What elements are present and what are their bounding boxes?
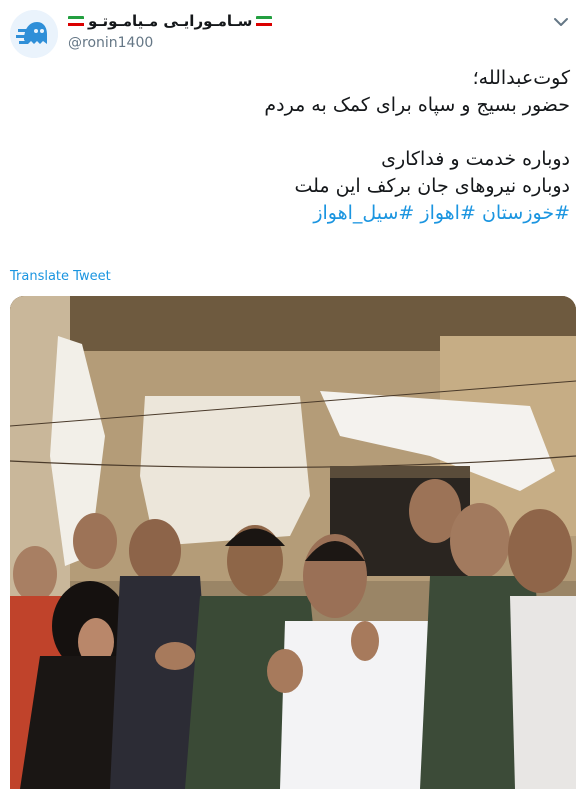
translate-tweet-link[interactable]: Translate Tweet bbox=[10, 269, 111, 284]
avatar[interactable] bbox=[10, 10, 58, 58]
tweet-line: کوت‌عبدالله؛ bbox=[472, 67, 570, 89]
display-name[interactable]: سـامـورایـی مـیامـوتـو bbox=[88, 12, 252, 30]
iran-flag-icon bbox=[256, 15, 273, 27]
tweet-header: سـامـورایـی مـیامـوتـو @ronin1400 bbox=[0, 0, 585, 60]
avatar-ghost-logo-icon bbox=[10, 10, 58, 58]
tweet-line: دوباره نیروهای جان برکف این ملت bbox=[294, 175, 570, 197]
display-name-row[interactable]: سـامـورایـی مـیامـوتـو bbox=[68, 10, 488, 32]
hashtag-line: #خوزستان #اهواز #سیل_اهواز bbox=[10, 200, 570, 227]
iran-flag-icon bbox=[68, 15, 84, 27]
hashtag-link[interactable]: #اهواز bbox=[420, 202, 476, 224]
hashtag-link[interactable]: #سیل_اهواز bbox=[313, 202, 414, 224]
tweet-photo[interactable] bbox=[10, 296, 576, 789]
tweet-line: حضور بسیج و سپاه برای کمک به مردم bbox=[264, 94, 570, 116]
tweet-text: کوت‌عبدالله؛ حضور بسیج و سپاه برای کمک ب… bbox=[10, 65, 570, 227]
user-handle[interactable]: @ronin1400 bbox=[68, 35, 488, 51]
tweet-blank-line bbox=[10, 119, 570, 146]
chevron-down-icon[interactable] bbox=[551, 12, 571, 32]
tweet-line: دوباره خدمت و فداکاری bbox=[381, 148, 570, 170]
hashtag-link[interactable]: #خوزستان bbox=[482, 202, 570, 224]
photo-scene bbox=[10, 296, 576, 789]
